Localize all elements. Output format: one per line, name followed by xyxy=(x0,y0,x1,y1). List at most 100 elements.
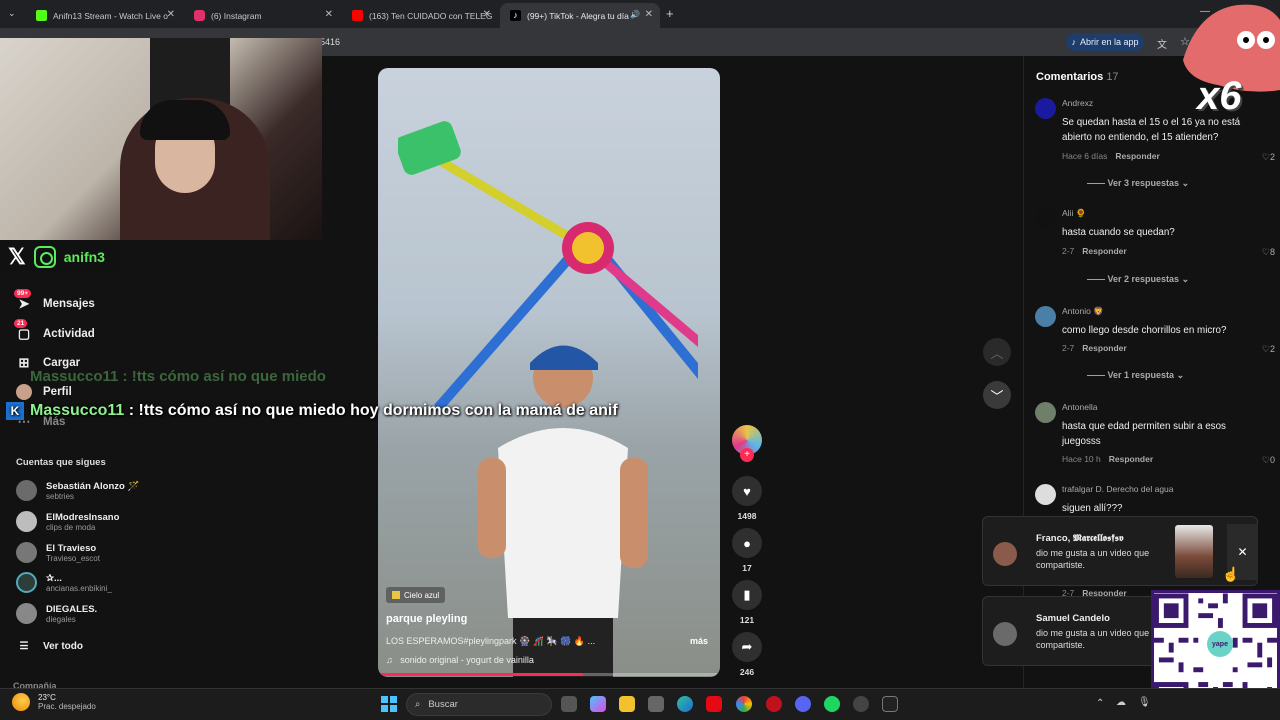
following-title: Cuentas que sigues xyxy=(16,457,106,468)
badge: 21 xyxy=(14,319,28,328)
comment-user[interactable]: Andrexz xyxy=(1062,98,1093,108)
app-icon[interactable] xyxy=(766,696,782,712)
store-icon[interactable] xyxy=(648,696,664,712)
notification-name: Samuel Candelo xyxy=(1036,613,1110,624)
close-icon[interactable]: ✕ xyxy=(167,9,175,20)
reply-button[interactable]: Responder xyxy=(1082,246,1126,256)
save-count: 121 xyxy=(739,615,755,625)
comment-time: Hace 6 días xyxy=(1062,151,1108,161)
effect-tag[interactable]: Cielo azul xyxy=(386,587,446,603)
avatar[interactable] xyxy=(1035,306,1056,327)
following-account[interactable]: El Travieso Travieso_escot xyxy=(16,542,100,563)
chevron-up-icon[interactable]: ⌃ xyxy=(1096,698,1104,709)
follow-plus-icon[interactable]: + xyxy=(740,448,754,462)
windows-start-icon[interactable] xyxy=(381,696,397,712)
reply-button[interactable]: Responder xyxy=(1109,454,1153,464)
account-handle: diegales xyxy=(46,614,76,624)
comment-user[interactable]: Alii 🌻 xyxy=(1062,208,1086,219)
comment-time: 2-7 xyxy=(1062,246,1075,256)
more-button[interactable]: más xyxy=(690,636,708,646)
open-in-app-button[interactable]: ♪ Abrir en la app xyxy=(1066,33,1144,51)
account-name: DIEGALES. xyxy=(46,603,98,615)
share-arrow-icon: ➦ xyxy=(732,632,762,662)
comment-like[interactable]: ♡2 xyxy=(1262,152,1275,163)
reply-button[interactable]: Responder xyxy=(1115,151,1159,161)
close-icon[interactable]: ✕ xyxy=(325,9,333,20)
discord-icon[interactable] xyxy=(795,696,811,712)
chrome-icon[interactable] xyxy=(736,696,752,712)
file-explorer-icon[interactable] xyxy=(619,696,635,712)
comment-button[interactable]: ● 17 xyxy=(732,528,762,573)
video-progress-bar[interactable] xyxy=(378,673,720,676)
creator-avatar[interactable]: + xyxy=(732,425,762,462)
cloud-icon[interactable]: ☁ xyxy=(1116,697,1126,708)
copilot-icon[interactable] xyxy=(590,696,606,712)
comment-user[interactable]: trafalgar D. Derecho del agua xyxy=(1062,484,1174,494)
comment-user[interactable]: Antonio 🦁 xyxy=(1062,306,1104,317)
comment-user[interactable]: Antonella xyxy=(1062,402,1097,412)
avatar[interactable] xyxy=(1035,402,1056,423)
next-video-button[interactable]: ﹀ xyxy=(983,381,1011,409)
see-all-link[interactable]: ☰ Ver todo xyxy=(16,638,84,654)
music-label[interactable]: ♫ sonido original - yogurt de vainilla xyxy=(386,655,534,665)
notification-name: Franco, 𝕸𝖆𝖗𝖈𝖊𝖑𝖑𝖔𝖘𝖋𝖘𝖛 xyxy=(1036,533,1124,544)
close-icon[interactable]: ✕ xyxy=(483,9,491,20)
tab-kick[interactable]: Anifn13 Stream - Watch Live o ✕ xyxy=(26,3,182,28)
translate-icon[interactable]: 文 xyxy=(1157,36,1167,51)
task-view-icon[interactable] xyxy=(561,696,577,712)
microphone-icon[interactable]: 🎙 xyxy=(1138,697,1151,708)
like-notification[interactable]: Franco, 𝕸𝖆𝖗𝖈𝖊𝖑𝖑𝖔𝖘𝖋𝖘𝖛 dio me gusta a un v… xyxy=(982,516,1258,586)
sidebar-item-profile[interactable]: Perfil xyxy=(16,384,72,400)
comment-like[interactable]: ♡2 xyxy=(1262,344,1275,355)
following-account[interactable]: Sebastián Alonzo 🪄 sebtries xyxy=(16,480,139,501)
tab-title: (163) Ten CUIDADO con TELEG xyxy=(369,10,493,21)
tab-tiktok[interactable]: ♪ (99+) TikTok - Alegra tu día 🔊 ✕ xyxy=(500,3,660,28)
avatar[interactable] xyxy=(1035,98,1056,119)
edge-icon[interactable] xyxy=(677,696,693,712)
comments-title-label: Comentarios xyxy=(1036,71,1104,83)
netflix-icon[interactable] xyxy=(706,696,722,712)
following-account[interactable]: ElModresInsano clips de moda xyxy=(16,511,119,532)
sidebar-item-activity[interactable]: ▢ 21 Actividad xyxy=(14,319,95,342)
like-count: 8 xyxy=(1269,247,1275,257)
tab-youtube[interactable]: (163) Ten CUIDADO con TELEG ✕ xyxy=(342,3,498,28)
like-button[interactable]: ♥ 1498 xyxy=(732,476,762,521)
person-illustration xyxy=(478,345,648,677)
comment-count: 17 xyxy=(742,563,752,573)
chat-message: K Massucco11 : !tts cómo así no que miedo… xyxy=(6,402,618,420)
yape-logo: yape xyxy=(1207,631,1233,657)
account-handle: clips de moda xyxy=(46,522,96,532)
comment-like[interactable]: ♡8 xyxy=(1262,247,1275,258)
chat-message-faded: Massucco11 : !tts cómo así no que miedo xyxy=(30,368,326,385)
view-replies-button[interactable]: —— Ver 3 respuestas ⌄ xyxy=(1087,178,1189,189)
comment-meta: 2-7 Responder xyxy=(1062,246,1127,256)
tab-instagram[interactable]: (6) Instagram ✕ xyxy=(184,3,340,28)
comment-text: hasta cuando se quedan? xyxy=(1062,227,1175,238)
reply-button[interactable]: Responder xyxy=(1082,343,1126,353)
avatar[interactable] xyxy=(1035,484,1056,505)
spotify-icon[interactable] xyxy=(824,696,840,712)
new-tab-icon[interactable]: + xyxy=(666,6,674,21)
windows-taskbar: 23°C Prac. despejado ⌕ Buscar ⌃ ☁ 🎙 xyxy=(0,688,1280,720)
comments-count: 17 xyxy=(1106,71,1119,83)
comment-like[interactable]: ♡0 xyxy=(1262,455,1275,466)
view-replies-button[interactable]: —— Ver 1 respuesta ⌄ xyxy=(1087,370,1184,381)
tab-search-chevron-icon[interactable]: ⌄ xyxy=(8,8,16,19)
following-account[interactable]: ✰... ancianas.enbikini_ xyxy=(16,572,112,593)
taskbar-search[interactable]: ⌕ Buscar xyxy=(406,693,552,716)
epic-games-icon[interactable] xyxy=(882,696,898,712)
save-button[interactable]: ▮ 121 xyxy=(732,580,762,625)
video-player[interactable]: Cielo azul parque pleyling LOS ESPERAMOS… xyxy=(378,68,720,677)
view-replies-button[interactable]: —— Ver 2 respuestas ⌄ xyxy=(1087,274,1189,285)
like-count: 2 xyxy=(1269,152,1275,162)
avatar[interactable] xyxy=(1035,208,1056,229)
following-account[interactable]: DIEGALES. diegales xyxy=(16,603,97,624)
share-button[interactable]: ➦ 246 xyxy=(732,632,762,677)
effect-tag-label: Cielo azul xyxy=(404,590,440,600)
steam-icon[interactable] xyxy=(853,696,869,712)
sidebar-item-messages[interactable]: ➤ 99+ Mensajes xyxy=(14,289,95,312)
previous-video-button[interactable]: ︿ xyxy=(983,338,1011,366)
weather-widget[interactable]: 23°C Prac. despejado xyxy=(12,693,96,711)
speaker-icon[interactable]: 🔊 xyxy=(630,10,640,19)
close-icon[interactable]: ✕ xyxy=(645,9,653,20)
